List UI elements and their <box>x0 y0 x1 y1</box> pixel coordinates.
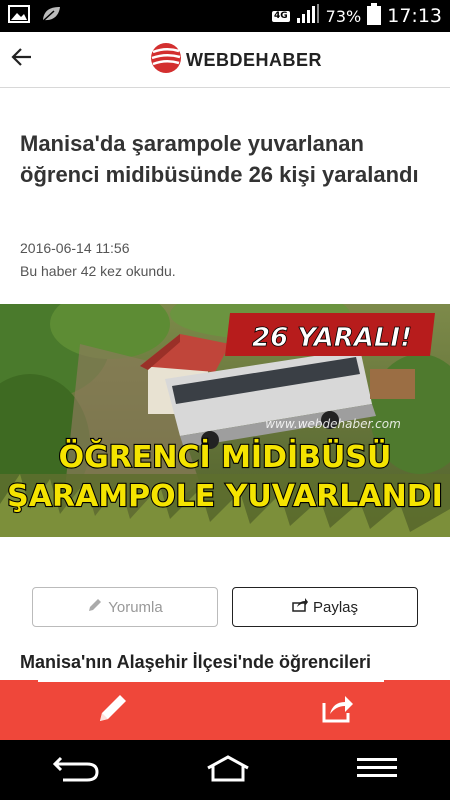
clock: 17:13 <box>387 5 442 27</box>
share-icon <box>321 693 355 728</box>
comment-button[interactable]: Yorumla <box>32 587 218 627</box>
article-hero-image: 26 YARALI! www.webdehaber.com ÖĞRENCİ Mİ… <box>0 304 450 537</box>
battery-percent: 73% <box>325 6 362 26</box>
comment-button-label: Yorumla <box>108 598 163 616</box>
back-nav-icon[interactable] <box>52 754 99 787</box>
hero-badge-text: 26 YARALI! <box>252 323 412 353</box>
hero-headline-line1: ÖĞRENCİ MİDİBÜSÜ <box>59 438 392 475</box>
share-button-label: Paylaş <box>312 598 359 616</box>
article-date: 2016-06-14 11:56 <box>20 240 130 256</box>
action-bar-divider <box>38 680 384 682</box>
hero-headline-line2: ŞARAMPOLE YUVARLANDI <box>7 479 443 514</box>
article-actions: Yorumla Paylaş <box>32 587 418 627</box>
logo: WEBDEHABER <box>150 42 322 79</box>
share-action[interactable] <box>225 680 450 740</box>
home-nav-icon[interactable] <box>204 754 252 787</box>
logo-text: WEBDEHABER <box>186 50 323 70</box>
share-button[interactable]: Paylaş <box>232 587 418 627</box>
article-title: Manisa'da şarampole yuvarlanan öğrenci m… <box>20 131 419 187</box>
pencil-icon <box>96 691 130 730</box>
bottom-action-bar <box>0 680 450 740</box>
app-header: WEBDEHABER <box>0 32 450 88</box>
share-small-icon <box>292 598 308 616</box>
article-view-count: Bu haber 42 kez okundu. <box>20 263 176 279</box>
menu-nav-icon[interactable] <box>357 756 398 785</box>
leaf-notification-icon <box>40 5 62 28</box>
system-nav-bar <box>0 740 450 800</box>
network-type-badge: 4G <box>272 10 290 22</box>
battery-icon <box>367 3 382 29</box>
signal-icon <box>296 4 320 28</box>
pencil-small-icon <box>87 597 103 617</box>
article-lead: Manisa'nın Alaşehir İlçesi'nde öğrencile… <box>20 652 372 672</box>
image-notification-icon <box>8 4 30 28</box>
hero-watermark: www.webdehaber.com <box>265 417 401 431</box>
arrow-left-icon <box>10 45 34 74</box>
logo-globe-icon <box>150 42 182 79</box>
back-button[interactable] <box>0 38 44 82</box>
write-comment-action[interactable] <box>0 680 225 740</box>
status-bar: 4G 73% 17:13 <box>0 0 450 32</box>
